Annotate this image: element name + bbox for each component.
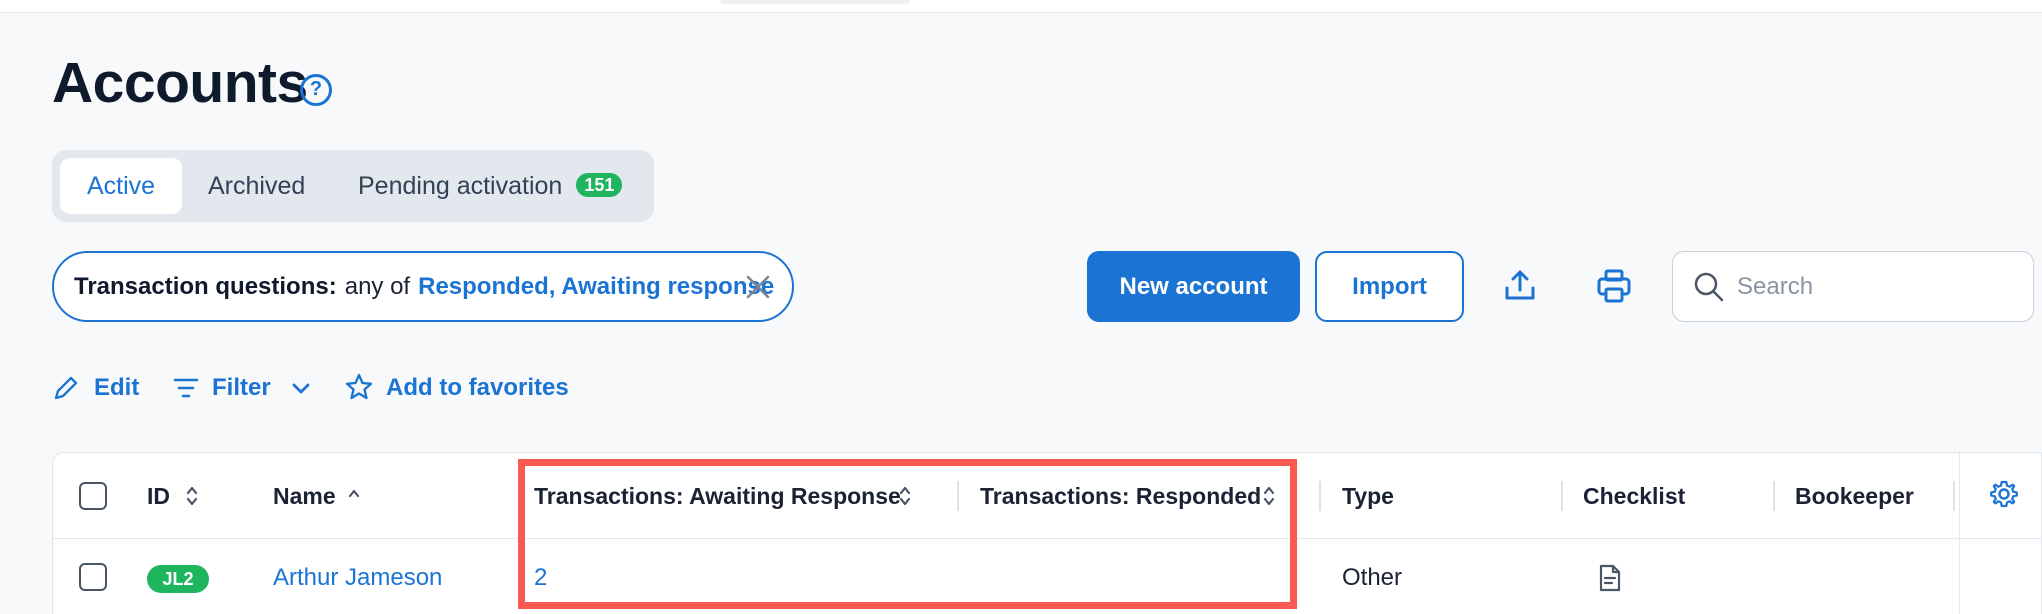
filter-icon xyxy=(173,378,199,398)
account-type: Other xyxy=(1342,564,1403,591)
sort-icon xyxy=(186,486,198,506)
help-icon[interactable]: ? xyxy=(300,74,332,106)
row-checkbox[interactable] xyxy=(79,563,107,591)
star-icon xyxy=(345,373,373,400)
tab-pending-label: Pending activation xyxy=(358,172,563,200)
column-separator[interactable] xyxy=(1319,481,1321,511)
edit-action[interactable]: Edit xyxy=(52,368,142,408)
column-settings-cell xyxy=(1959,453,2042,614)
close-icon[interactable] xyxy=(744,273,772,301)
favorites-label: Add to favorites xyxy=(386,374,569,401)
chevron-down-icon[interactable] xyxy=(290,377,312,399)
filter-action[interactable]: Filter xyxy=(172,368,322,408)
tab-active[interactable]: Active xyxy=(60,158,182,214)
add-to-favorites-action[interactable]: Add to favorites xyxy=(344,368,584,408)
column-name-label: Name xyxy=(273,483,336,509)
pending-count-badge: 151 xyxy=(576,173,623,197)
new-account-button[interactable]: New account xyxy=(1087,251,1300,322)
filter-chip[interactable]: Transaction questions: any of Responded, A… xyxy=(52,251,794,322)
column-header-type[interactable]: Type xyxy=(1342,453,1394,539)
search-box[interactable] xyxy=(1672,251,2034,322)
highlight-annotation-box xyxy=(518,459,1297,609)
column-separator[interactable] xyxy=(1953,481,1955,511)
filter-chip-key: Transaction questions: xyxy=(74,273,337,300)
sort-ascending-icon xyxy=(348,489,360,498)
gear-icon[interactable] xyxy=(1989,479,2019,509)
column-header-id[interactable]: ID xyxy=(147,453,198,539)
account-id-badge: JL2 xyxy=(147,565,209,593)
top-bar xyxy=(0,0,2042,13)
column-header-checklist[interactable]: Checklist xyxy=(1583,453,1685,539)
filter-chip-value: Responded, Awaiting response xyxy=(418,273,775,300)
column-separator[interactable] xyxy=(1561,481,1563,511)
filter-chip-operator: any of xyxy=(344,273,411,300)
filter-label: Filter xyxy=(212,374,271,401)
edit-label: Edit xyxy=(94,374,140,401)
tab-pending-activation[interactable]: Pending activation 151 xyxy=(358,158,623,214)
page-title: Accounts xyxy=(52,51,308,115)
status-tabs: Active Archived Pending activation 151 xyxy=(52,150,654,222)
top-handle xyxy=(720,0,910,4)
document-icon[interactable] xyxy=(1597,563,1623,593)
edit-icon xyxy=(54,376,78,400)
account-name-link[interactable]: Arthur Jameson xyxy=(273,553,442,603)
column-id-label: ID xyxy=(147,483,170,509)
column-header-bookkeeper[interactable]: Bookeeper xyxy=(1795,453,1914,539)
export-icon[interactable] xyxy=(1502,268,1538,304)
import-button[interactable]: Import xyxy=(1315,251,1464,322)
column-separator[interactable] xyxy=(1773,481,1775,511)
tab-archived[interactable]: Archived xyxy=(208,158,305,214)
select-all-checkbox[interactable] xyxy=(79,482,107,510)
search-input[interactable] xyxy=(1737,268,2007,306)
print-icon[interactable] xyxy=(1596,268,1632,304)
search-icon xyxy=(1694,272,1724,302)
column-header-name[interactable]: Name xyxy=(273,453,360,539)
